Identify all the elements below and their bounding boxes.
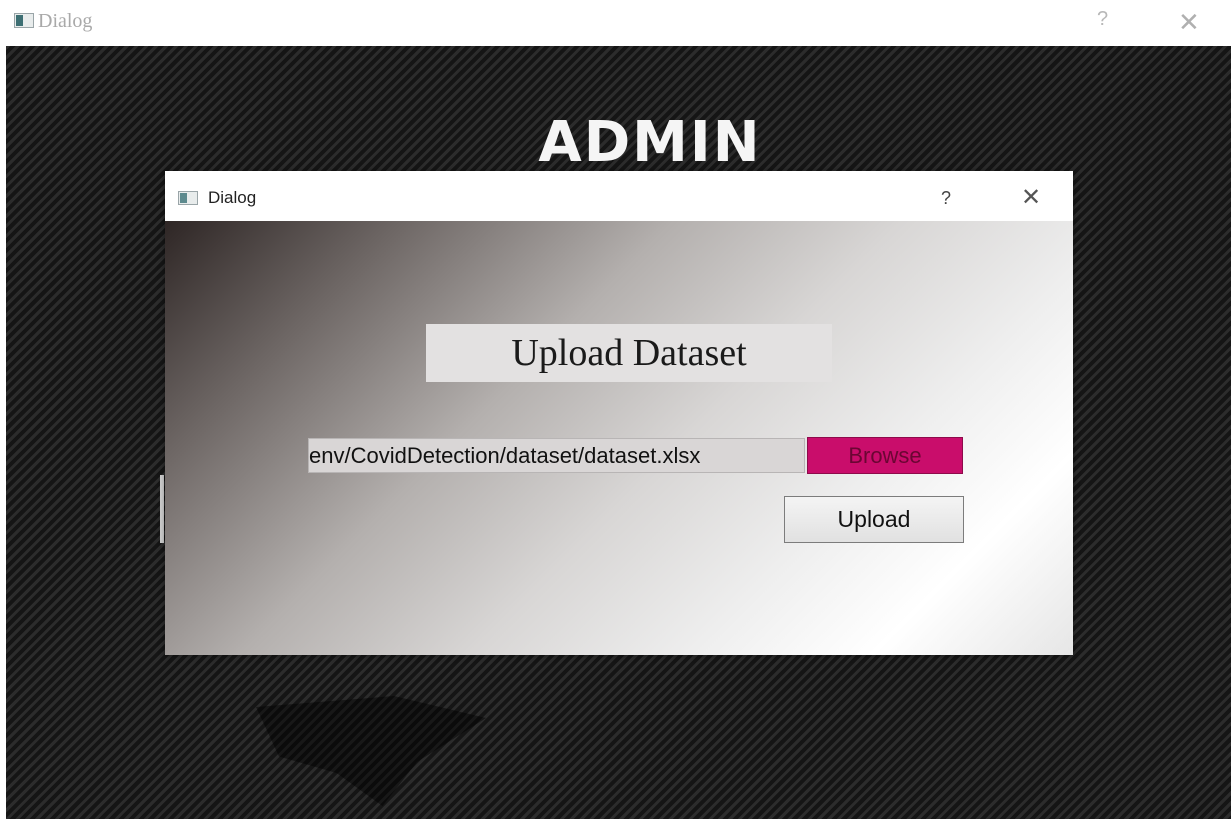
dialog-close-button[interactable]: ✕ (1021, 183, 1041, 212)
outer-window: Dialog ? ✕ ADMIN Dialog ? ✕ Upload Datas… (0, 0, 1231, 819)
dialog-title: Dialog (208, 188, 257, 207)
admin-heading: ADMIN (538, 110, 762, 175)
hidden-widget-edge (160, 475, 164, 543)
outer-close-button[interactable]: ✕ (1178, 7, 1200, 38)
dialog-body: Upload Dataset Browse Upload (165, 221, 1073, 655)
app-window-icon (14, 13, 34, 28)
outer-help-button[interactable]: ? (1097, 8, 1108, 31)
app-window-icon (178, 191, 198, 205)
background-graphic (256, 696, 486, 806)
upload-dialog: Dialog ? ✕ Upload Dataset Browse Upload (165, 171, 1073, 655)
outer-titlebar[interactable]: Dialog ? ✕ (0, 0, 1231, 46)
upload-dataset-heading: Upload Dataset (511, 332, 747, 374)
file-path-input[interactable] (308, 438, 805, 473)
browse-button[interactable]: Browse (807, 437, 963, 474)
dialog-titlebar[interactable]: Dialog ? ✕ (165, 171, 1073, 221)
dialog-help-button[interactable]: ? (941, 188, 951, 209)
heading-box: Upload Dataset (426, 324, 832, 382)
outer-window-title: Dialog (38, 10, 93, 32)
upload-button[interactable]: Upload (784, 496, 964, 543)
